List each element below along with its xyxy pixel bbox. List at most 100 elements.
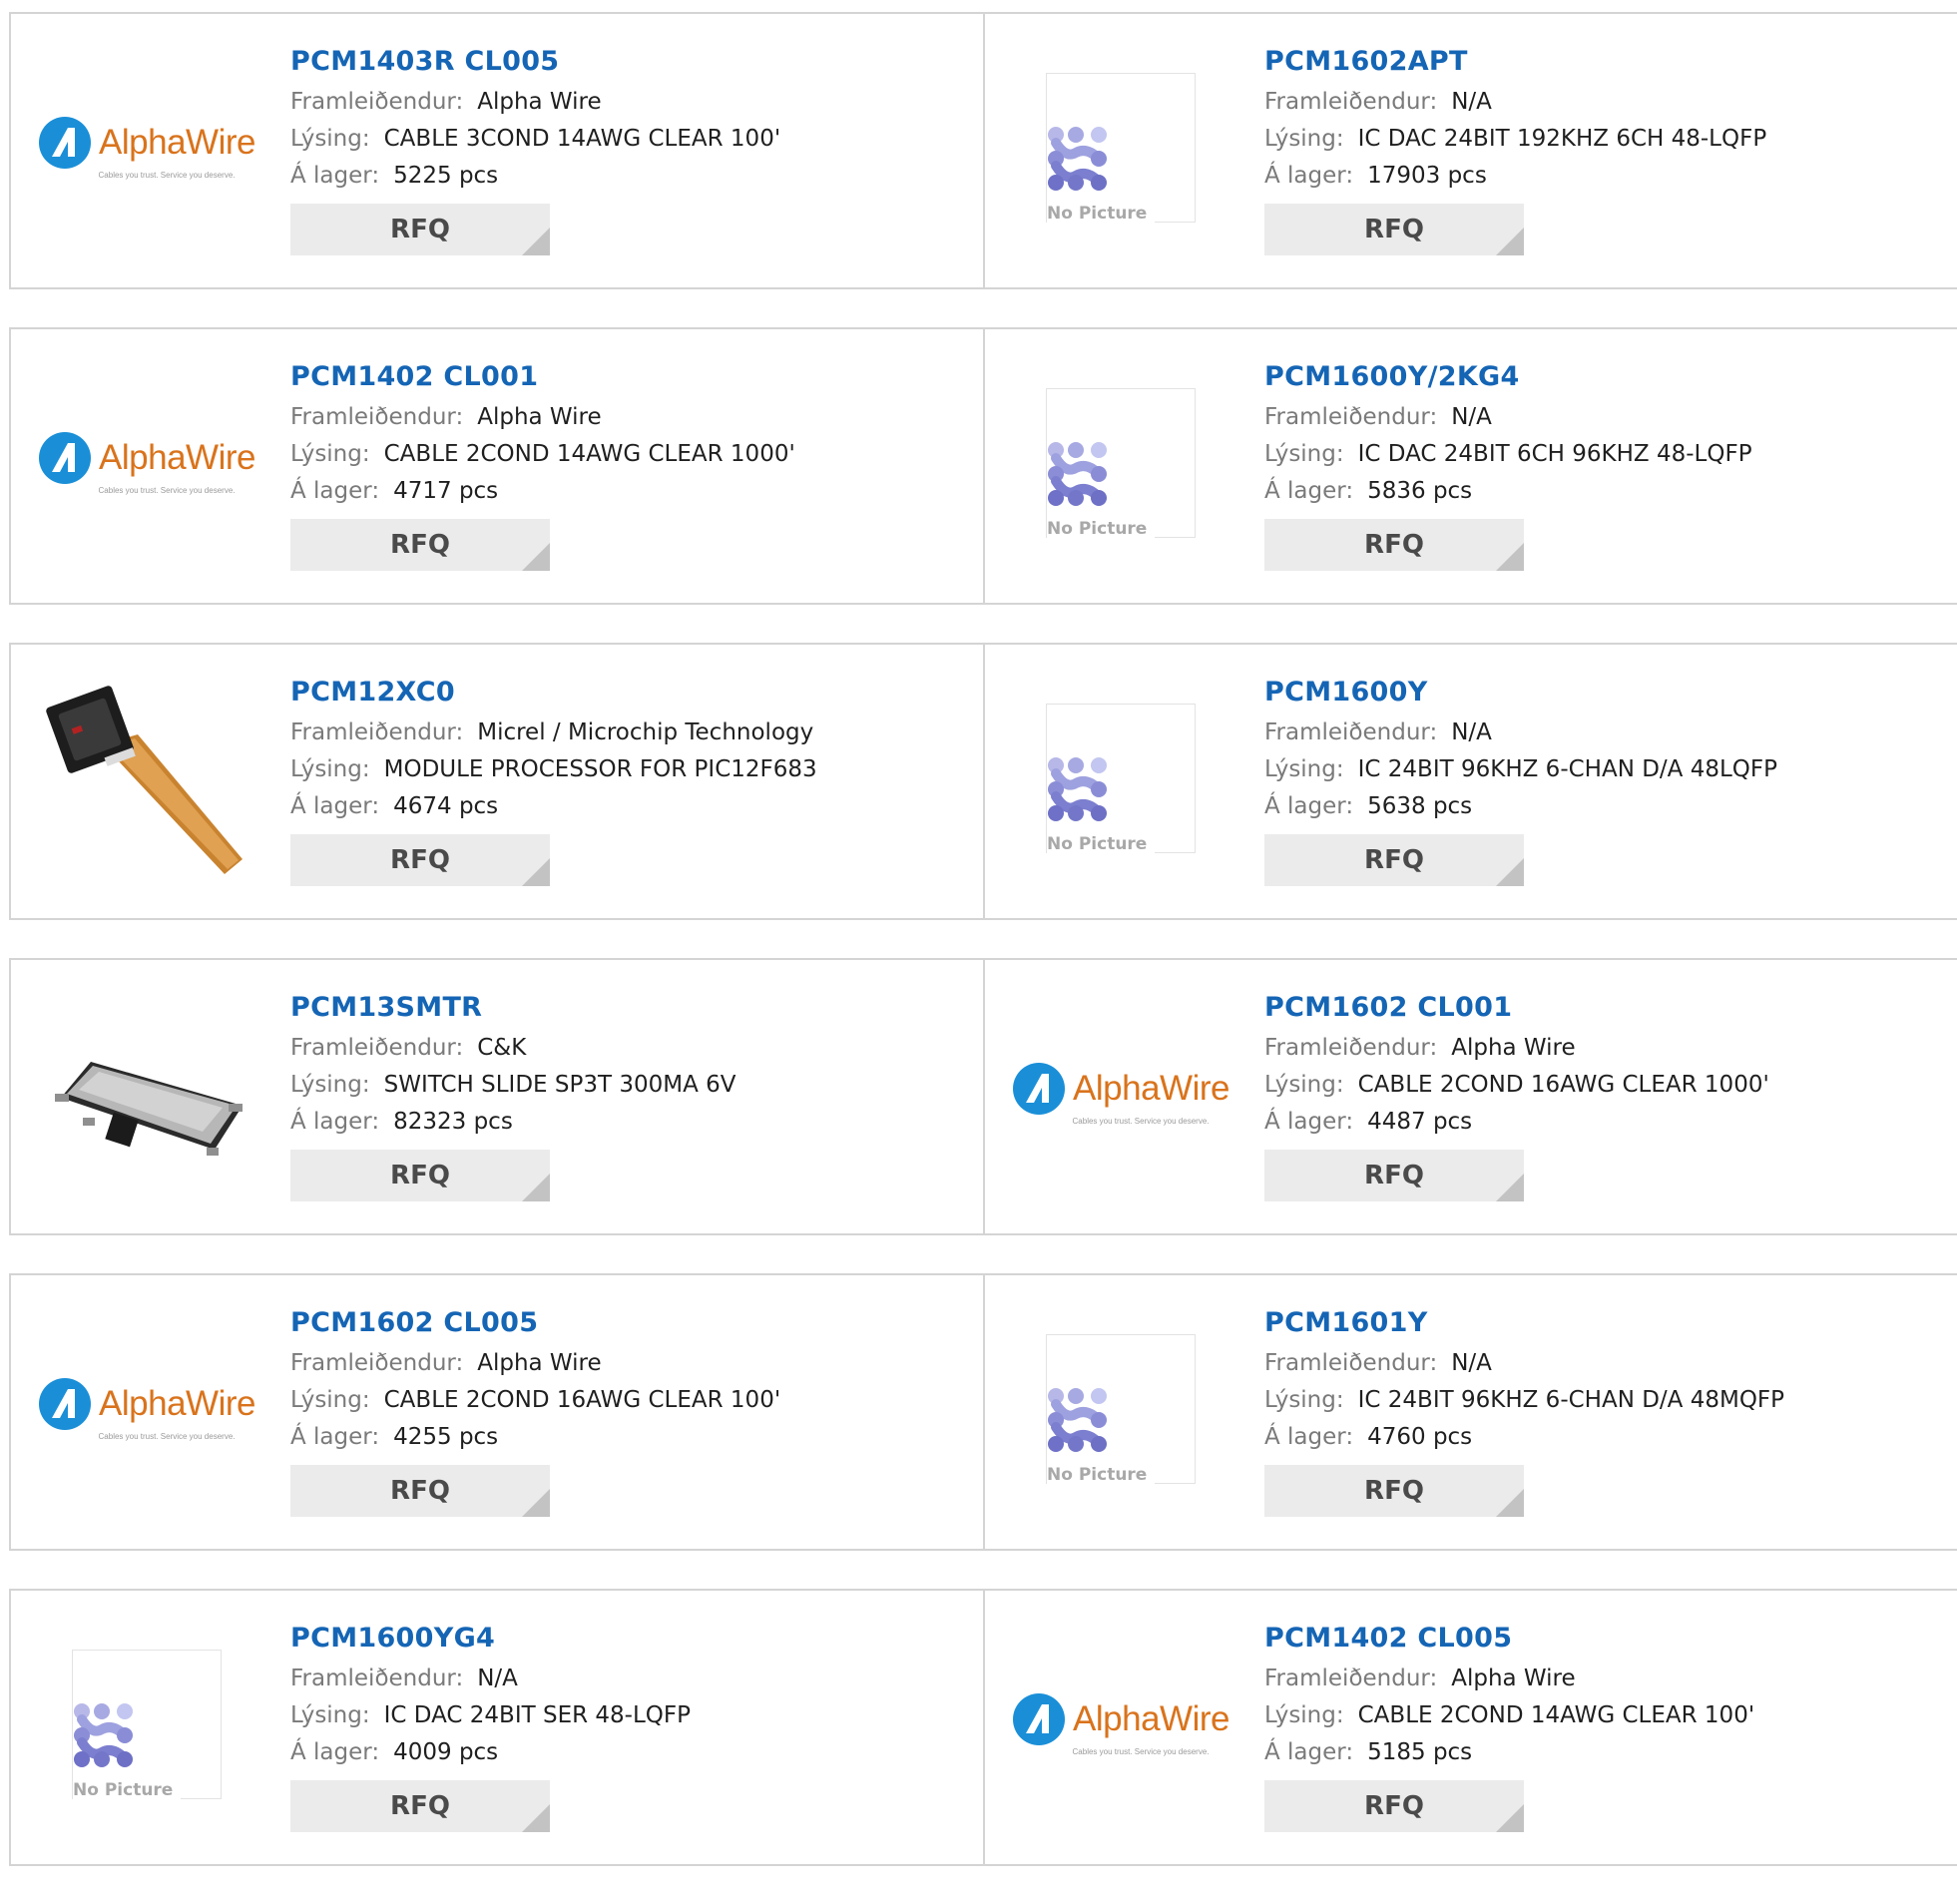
- stock-line: Á lager: 4760 pcs: [1264, 1419, 1784, 1456]
- stock-value: 4717 pcs: [393, 478, 499, 504]
- product-title-link[interactable]: PCM1600Y/2KG4: [1264, 359, 1752, 399]
- product-title-link[interactable]: PCM1403R CL005: [290, 44, 780, 84]
- manufacturer-value: Alpha Wire: [477, 1350, 602, 1376]
- stock-label: Á lager:: [290, 478, 380, 504]
- manufacturer-value: Alpha Wire: [477, 89, 602, 115]
- manufacturer-label: Framleiðendur:: [290, 89, 464, 115]
- stock-value: 5638 pcs: [1367, 793, 1473, 819]
- product-grid: AlphaWire Cables you trust. Service you d…: [9, 12, 1957, 1904]
- manufacturer-value: Alpha Wire: [1451, 1035, 1576, 1061]
- product-title-link[interactable]: PCM1600YG4: [290, 1621, 691, 1661]
- manufacturer-label: Framleiðendur:: [290, 1035, 464, 1061]
- rfq-button[interactable]: RFQ: [1264, 834, 1524, 886]
- product-info: PCM1402 CL001 Framleiðendur: Alpha Wire Lýs…: [290, 359, 795, 571]
- no-picture-placeholder: No Picture: [1046, 704, 1196, 854]
- stock-value: 5185 pcs: [1367, 1739, 1473, 1765]
- alphawire-logo-tagline: Cables you trust. Service you deserve.: [98, 486, 236, 495]
- product-info: PCM1403R CL005 Framleiðendur: Alpha Wire Lý…: [290, 44, 780, 255]
- product-info: PCM1602APT Framleiðendur: N/A Lýsing: IC DAC…: [1264, 44, 1766, 255]
- description-label: Lýsing:: [290, 1387, 370, 1413]
- description-label: Lýsing:: [1264, 1387, 1344, 1413]
- module-processor-photo: [46, 686, 243, 874]
- product-title-link[interactable]: PCM1600Y: [1264, 675, 1777, 714]
- product-row: AlphaWire Cables you trust. Service you d…: [9, 1273, 1957, 1551]
- manufacturer-label: Framleiðendur:: [290, 1666, 464, 1691]
- product-image[interactable]: No Picture: [1017, 675, 1224, 882]
- no-picture-placeholder: No Picture: [1046, 73, 1196, 224]
- rfq-button[interactable]: RFQ: [290, 834, 550, 886]
- description-label: Lýsing:: [1264, 126, 1344, 152]
- alphawire-logo: AlphaWire Cables you trust. Service you d…: [1012, 1062, 1229, 1126]
- manufacturer-line: Framleiðendur: Micrel / Microchip Technol…: [290, 714, 817, 751]
- manufacturer-value: C&K: [477, 1035, 527, 1061]
- stock-value: 4487 pcs: [1367, 1109, 1473, 1135]
- rfq-button[interactable]: RFQ: [290, 1780, 550, 1832]
- manufacturer-line: Framleiðendur: Alpha Wire: [290, 84, 780, 121]
- product-image[interactable]: [43, 675, 250, 882]
- alphawire-logo: AlphaWire Cables you trust. Service you d…: [38, 431, 255, 495]
- stock-value: 82323 pcs: [393, 1109, 513, 1135]
- manufacturer-value: N/A: [477, 1666, 518, 1691]
- product-image[interactable]: AlphaWire Cables you trust. Service you d…: [39, 359, 255, 567]
- alphawire-logo: AlphaWire Cables you trust. Service you d…: [38, 116, 255, 180]
- product-row: PCM13SMTR Framleiðendur: C&K Lýsing: SWITCH …: [9, 958, 1957, 1235]
- stock-line: Á lager: 4487 pcs: [1264, 1104, 1769, 1141]
- product-info: PCM1602 CL005 Framleiðendur: Alpha Wire Lýs…: [290, 1305, 780, 1517]
- product-card: No Picture PCM1600YG4 Framleiðendur: N/A Lýs…: [9, 1591, 985, 1864]
- rfq-button[interactable]: RFQ: [1264, 1465, 1524, 1517]
- rfq-button[interactable]: RFQ: [290, 519, 550, 571]
- product-image[interactable]: No Picture: [43, 1621, 250, 1828]
- stock-line: Á lager: 4717 pcs: [290, 473, 795, 510]
- alphawire-mark-icon: [39, 117, 92, 169]
- no-picture-icon: [1048, 127, 1107, 191]
- product-image[interactable]: AlphaWire Cables you trust. Service you d…: [39, 1305, 255, 1513]
- product-title-link[interactable]: PCM1602 CL005: [290, 1305, 780, 1345]
- product-title-link[interactable]: PCM1601Y: [1264, 1305, 1784, 1345]
- product-image[interactable]: No Picture: [1017, 1305, 1224, 1513]
- product-card: No Picture PCM1602APT Framleiðendur: N/A Lýs…: [985, 14, 1957, 287]
- product-title-link[interactable]: PCM12XC0: [290, 675, 817, 714]
- alphawire-logo-tagline: Cables you trust. Service you deserve.: [98, 1432, 236, 1441]
- product-card: AlphaWire Cables you trust. Service you d…: [985, 960, 1957, 1233]
- slide-switch-photo: [55, 1062, 243, 1156]
- stock-value: 5225 pcs: [393, 163, 499, 189]
- product-title-link[interactable]: PCM1602 CL001: [1264, 990, 1769, 1030]
- rfq-button[interactable]: RFQ: [1264, 204, 1524, 255]
- product-row: AlphaWire Cables you trust. Service you d…: [9, 12, 1957, 289]
- rfq-button[interactable]: RFQ: [1264, 1780, 1524, 1832]
- stock-line: Á lager: 5225 pcs: [290, 158, 780, 195]
- stock-value: 4760 pcs: [1367, 1424, 1473, 1450]
- manufacturer-label: Framleiðendur:: [290, 719, 464, 745]
- description-label: Lýsing:: [1264, 1072, 1344, 1098]
- product-image[interactable]: AlphaWire Cables you trust. Service you d…: [39, 44, 255, 251]
- no-picture-icon: [74, 1703, 133, 1767]
- description-line: Lýsing: CABLE 3COND 14AWG CLEAR 100': [290, 121, 780, 158]
- rfq-button[interactable]: RFQ: [290, 204, 550, 255]
- description-label: Lýsing:: [1264, 1702, 1344, 1728]
- stock-label: Á lager:: [1264, 1109, 1354, 1135]
- no-picture-placeholder: No Picture: [72, 1650, 222, 1800]
- product-image[interactable]: AlphaWire Cables you trust. Service you d…: [1013, 990, 1229, 1197]
- product-image[interactable]: AlphaWire Cables you trust. Service you d…: [1013, 1621, 1229, 1828]
- rfq-button[interactable]: RFQ: [1264, 519, 1524, 571]
- rfq-button[interactable]: RFQ: [1264, 1150, 1524, 1201]
- rfq-button[interactable]: RFQ: [290, 1150, 550, 1201]
- alphawire-logo-name: AlphaWire: [1073, 1699, 1229, 1738]
- product-image[interactable]: [43, 990, 250, 1197]
- product-title-link[interactable]: PCM1402 CL001: [290, 359, 795, 399]
- alphawire-logo-tagline: Cables you trust. Service you deserve.: [98, 171, 236, 180]
- stock-label: Á lager:: [290, 163, 380, 189]
- stock-line: Á lager: 4009 pcs: [290, 1734, 691, 1771]
- product-title-link[interactable]: PCM1402 CL005: [1264, 1621, 1754, 1661]
- product-image[interactable]: No Picture: [1017, 359, 1224, 567]
- product-title-link[interactable]: PCM1602APT: [1264, 44, 1766, 84]
- manufacturer-line: Framleiðendur: Alpha Wire: [290, 399, 795, 436]
- product-title-link[interactable]: PCM13SMTR: [290, 990, 736, 1030]
- product-image[interactable]: No Picture: [1017, 44, 1224, 251]
- description-line: Lýsing: IC 24BIT 96KHZ 6-CHAN D/A 48LQFP: [1264, 751, 1777, 788]
- no-picture-icon: [1048, 442, 1107, 506]
- rfq-button[interactable]: RFQ: [290, 1465, 550, 1517]
- manufacturer-value: N/A: [1451, 719, 1492, 745]
- product-row: No Picture PCM1600YG4 Framleiðendur: N/A Lýs…: [9, 1589, 1957, 1866]
- description-label: Lýsing:: [1264, 441, 1344, 467]
